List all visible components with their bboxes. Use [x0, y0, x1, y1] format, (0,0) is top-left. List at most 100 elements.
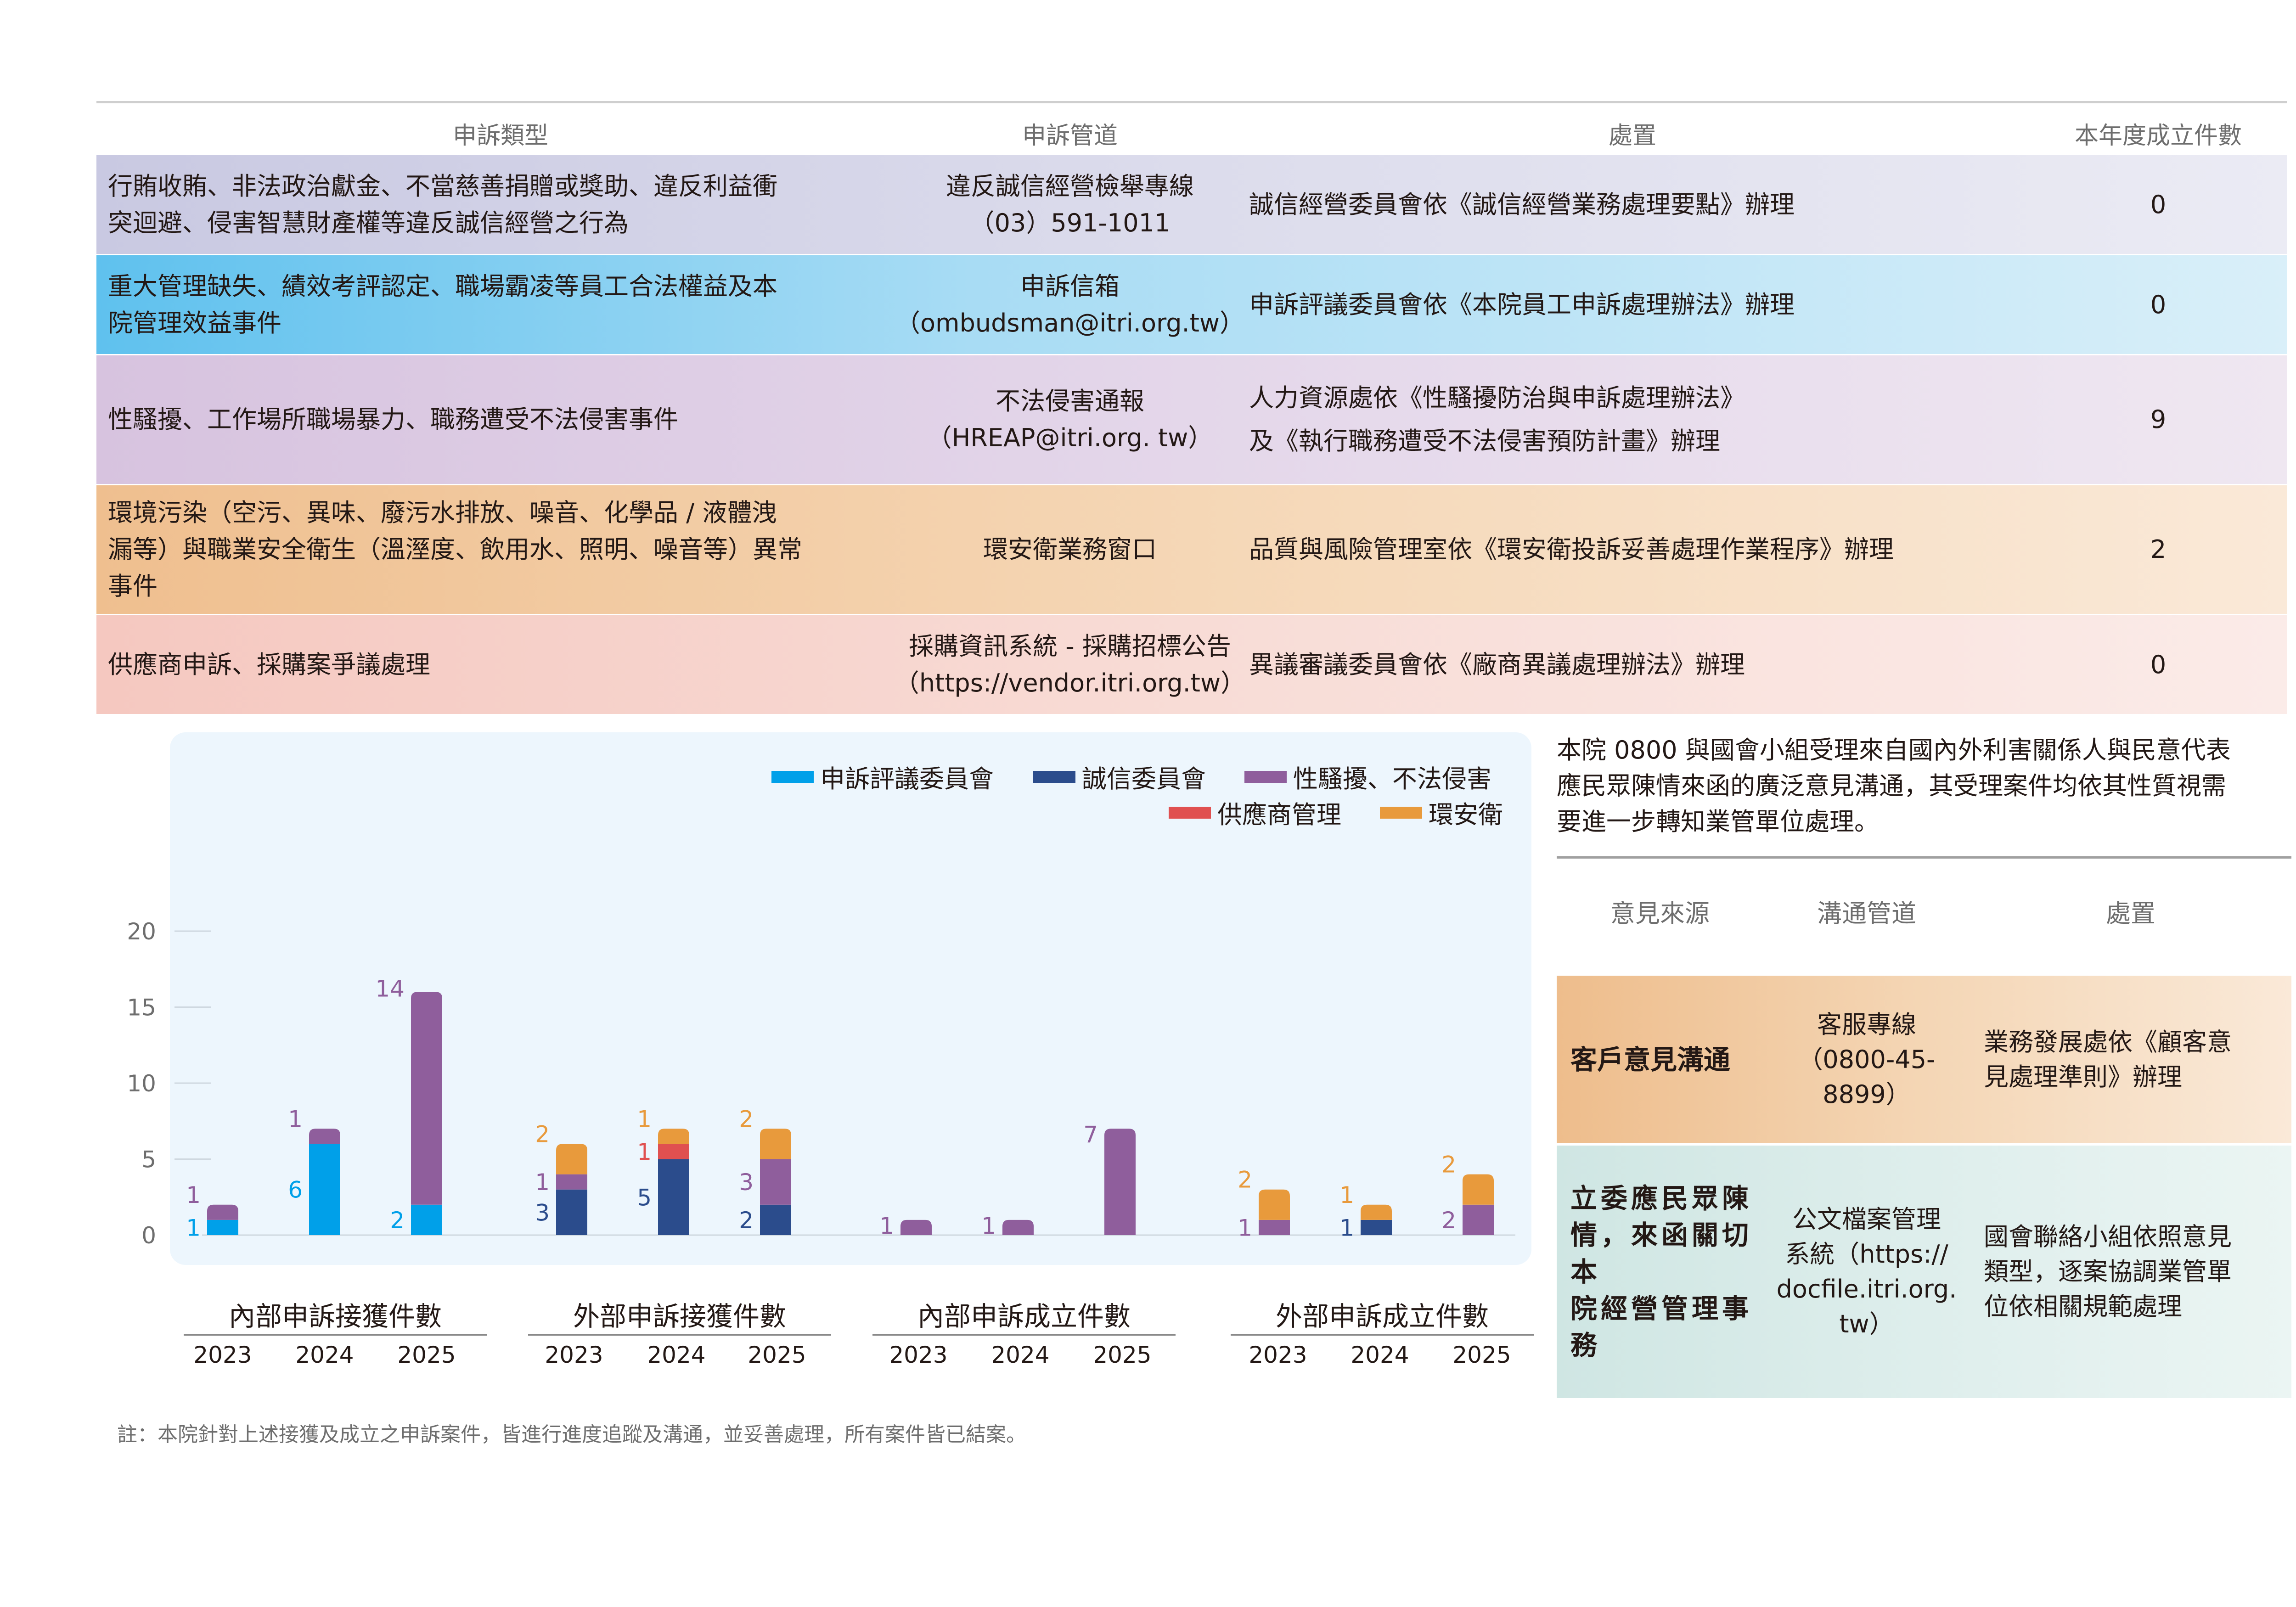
data-label: 1 — [186, 1214, 201, 1241]
year-label: 2025 — [1093, 1342, 1152, 1368]
channel-line: 客服專線 — [1817, 1010, 1916, 1039]
data-label: 5 — [637, 1184, 652, 1211]
data-label: 2 — [1441, 1207, 1456, 1234]
bar-segment — [1259, 1219, 1290, 1235]
channel-cell: 公文檔案管理 系統（https:// docfile.itri.org. tw） — [1763, 1146, 1970, 1398]
action-line: 位依相關規範處理 — [1984, 1292, 2182, 1321]
data-label: 2 — [1238, 1167, 1252, 1193]
bar-segment — [207, 1204, 238, 1220]
intro-line: 應民眾陳情來函的廣泛意見溝通，其受理案件均依其性質視需 — [1557, 771, 2226, 800]
data-label: 1 — [1238, 1214, 1252, 1241]
data-label: 7 — [1083, 1121, 1098, 1148]
count-cell: 2 — [2150, 535, 2167, 564]
header-action: 處置 — [2106, 899, 2155, 928]
bar-segment — [900, 1219, 932, 1235]
header-count: 本年度成立件數 — [2074, 122, 2242, 150]
bar-segment — [1259, 1189, 1290, 1220]
bar-segment — [556, 1144, 587, 1174]
side-table-top-rule — [1557, 856, 2291, 859]
channel-line: docfile.itri.org. — [1776, 1275, 1957, 1304]
data-label: 1 — [288, 1106, 303, 1132]
source-line: 立委應民眾陳 — [1570, 1183, 1753, 1214]
data-label: 1 — [1339, 1182, 1354, 1208]
bar-segment — [1463, 1174, 1494, 1205]
year-label: 2024 — [1351, 1342, 1409, 1368]
bar-segment — [1002, 1219, 1034, 1235]
bar-segment — [760, 1204, 791, 1235]
data-label: 1 — [1339, 1214, 1354, 1241]
channel-line: tw） — [1839, 1309, 1894, 1338]
year-label: 2024 — [295, 1342, 354, 1368]
action-line: 業務發展處依《顧客意 — [1984, 1027, 2232, 1056]
data-label: 1 — [535, 1169, 550, 1196]
data-label: 1 — [186, 1182, 201, 1208]
year-label: 2023 — [889, 1342, 948, 1368]
source-line: 院經營管理事 — [1570, 1293, 1753, 1324]
action-line: 類型，逐案協調業管單 — [1984, 1257, 2232, 1286]
bar-segment — [658, 1144, 689, 1159]
year-label: 2025 — [1452, 1342, 1511, 1368]
group-rule — [872, 1334, 1176, 1336]
data-label: 14 — [375, 975, 405, 1002]
y-tick-label: 0 — [141, 1222, 156, 1249]
data-label: 1 — [981, 1213, 996, 1239]
intro-line: 要進一步轉知業管單位處理。 — [1557, 807, 1879, 836]
count-cell: 9 — [2150, 405, 2167, 434]
channel-line: （0800-45-8899） — [1798, 1045, 1936, 1109]
data-label: 2 — [739, 1207, 754, 1234]
side-intro: 本院 0800 與國會小組受理來自國內外利害關係人與民意代表 應民眾陳情來函的廣… — [1557, 732, 2291, 840]
source-line: 客戶意見溝通 — [1570, 1044, 1731, 1075]
group-rule — [1231, 1334, 1534, 1336]
year-label: 2024 — [647, 1342, 706, 1368]
data-label: 6 — [288, 1177, 303, 1203]
bar-segment — [556, 1174, 587, 1190]
bar-segment — [309, 1144, 340, 1235]
header-channel: 溝通管道 — [1817, 899, 1916, 928]
bar-segment — [1361, 1219, 1392, 1235]
bar-segment — [1463, 1204, 1494, 1235]
action-cell: 業務發展處依《顧客意 見處理準則》辦理 — [1970, 976, 2291, 1143]
bar-segment — [309, 1129, 340, 1144]
channel-cell: 客服專線 （0800-45-8899） — [1763, 976, 1970, 1143]
y-tick-label: 10 — [127, 1070, 156, 1097]
data-label: 2 — [739, 1106, 754, 1132]
action-cell: 國會聯絡小組依照意見 類型，逐案協調業管單 位依相關規範處理 — [1970, 1146, 2291, 1398]
bar-segment — [760, 1159, 791, 1205]
source-line: 情，來函關切本 — [1570, 1219, 1753, 1287]
group-title: 外部申訴接獲件數 — [573, 1301, 786, 1332]
data-label: 1 — [879, 1213, 894, 1239]
table-row: 客戶意見溝通 客服專線 （0800-45-8899） 業務發展處依《顧客意 見處… — [1557, 976, 2291, 1143]
header-source: 意見來源 — [1610, 899, 1710, 928]
y-tick-label: 5 — [141, 1146, 156, 1173]
source-cell: 立委應民眾陳 情，來函關切本 院經營管理事 務 — [1557, 1146, 1763, 1398]
data-label: 2 — [390, 1207, 405, 1234]
bar-segment — [1361, 1204, 1392, 1220]
group-rule — [184, 1334, 487, 1336]
bar-segment — [658, 1129, 689, 1144]
count-cell: 0 — [2150, 290, 2167, 319]
bar-segment — [556, 1189, 587, 1235]
group-rule — [528, 1334, 831, 1336]
bar-segment — [411, 1204, 442, 1235]
channel-line: 系統（https:// — [1785, 1240, 1948, 1269]
data-label: 2 — [1441, 1152, 1456, 1178]
data-label: 1 — [637, 1139, 652, 1165]
group-title: 內部申訴成立件數 — [917, 1301, 1131, 1332]
data-label: 1 — [637, 1106, 652, 1132]
data-label: 3 — [739, 1169, 754, 1196]
year-label: 2025 — [397, 1342, 456, 1368]
action-line: 國會聯絡小組依照意見 — [1984, 1222, 2232, 1251]
count-cell: 0 — [2150, 190, 2167, 219]
year-label: 2023 — [1249, 1342, 1307, 1368]
group-title: 外部申訴成立件數 — [1275, 1301, 1489, 1332]
bar-segment — [760, 1129, 791, 1159]
year-label: 2025 — [748, 1342, 806, 1368]
bar-segment — [207, 1219, 238, 1235]
source-line: 務 — [1570, 1330, 1601, 1361]
year-label: 2023 — [545, 1342, 603, 1368]
source-cell: 客戶意見溝通 — [1557, 976, 1763, 1143]
bar-chart: 0510152011 612143125112321 17121122 — [127, 918, 1515, 1249]
bar-segment — [411, 992, 442, 1205]
intro-line: 本院 0800 與國會小組受理來自國內外利害關係人與民意代表 — [1557, 736, 2231, 764]
data-label: 2 — [535, 1121, 550, 1147]
